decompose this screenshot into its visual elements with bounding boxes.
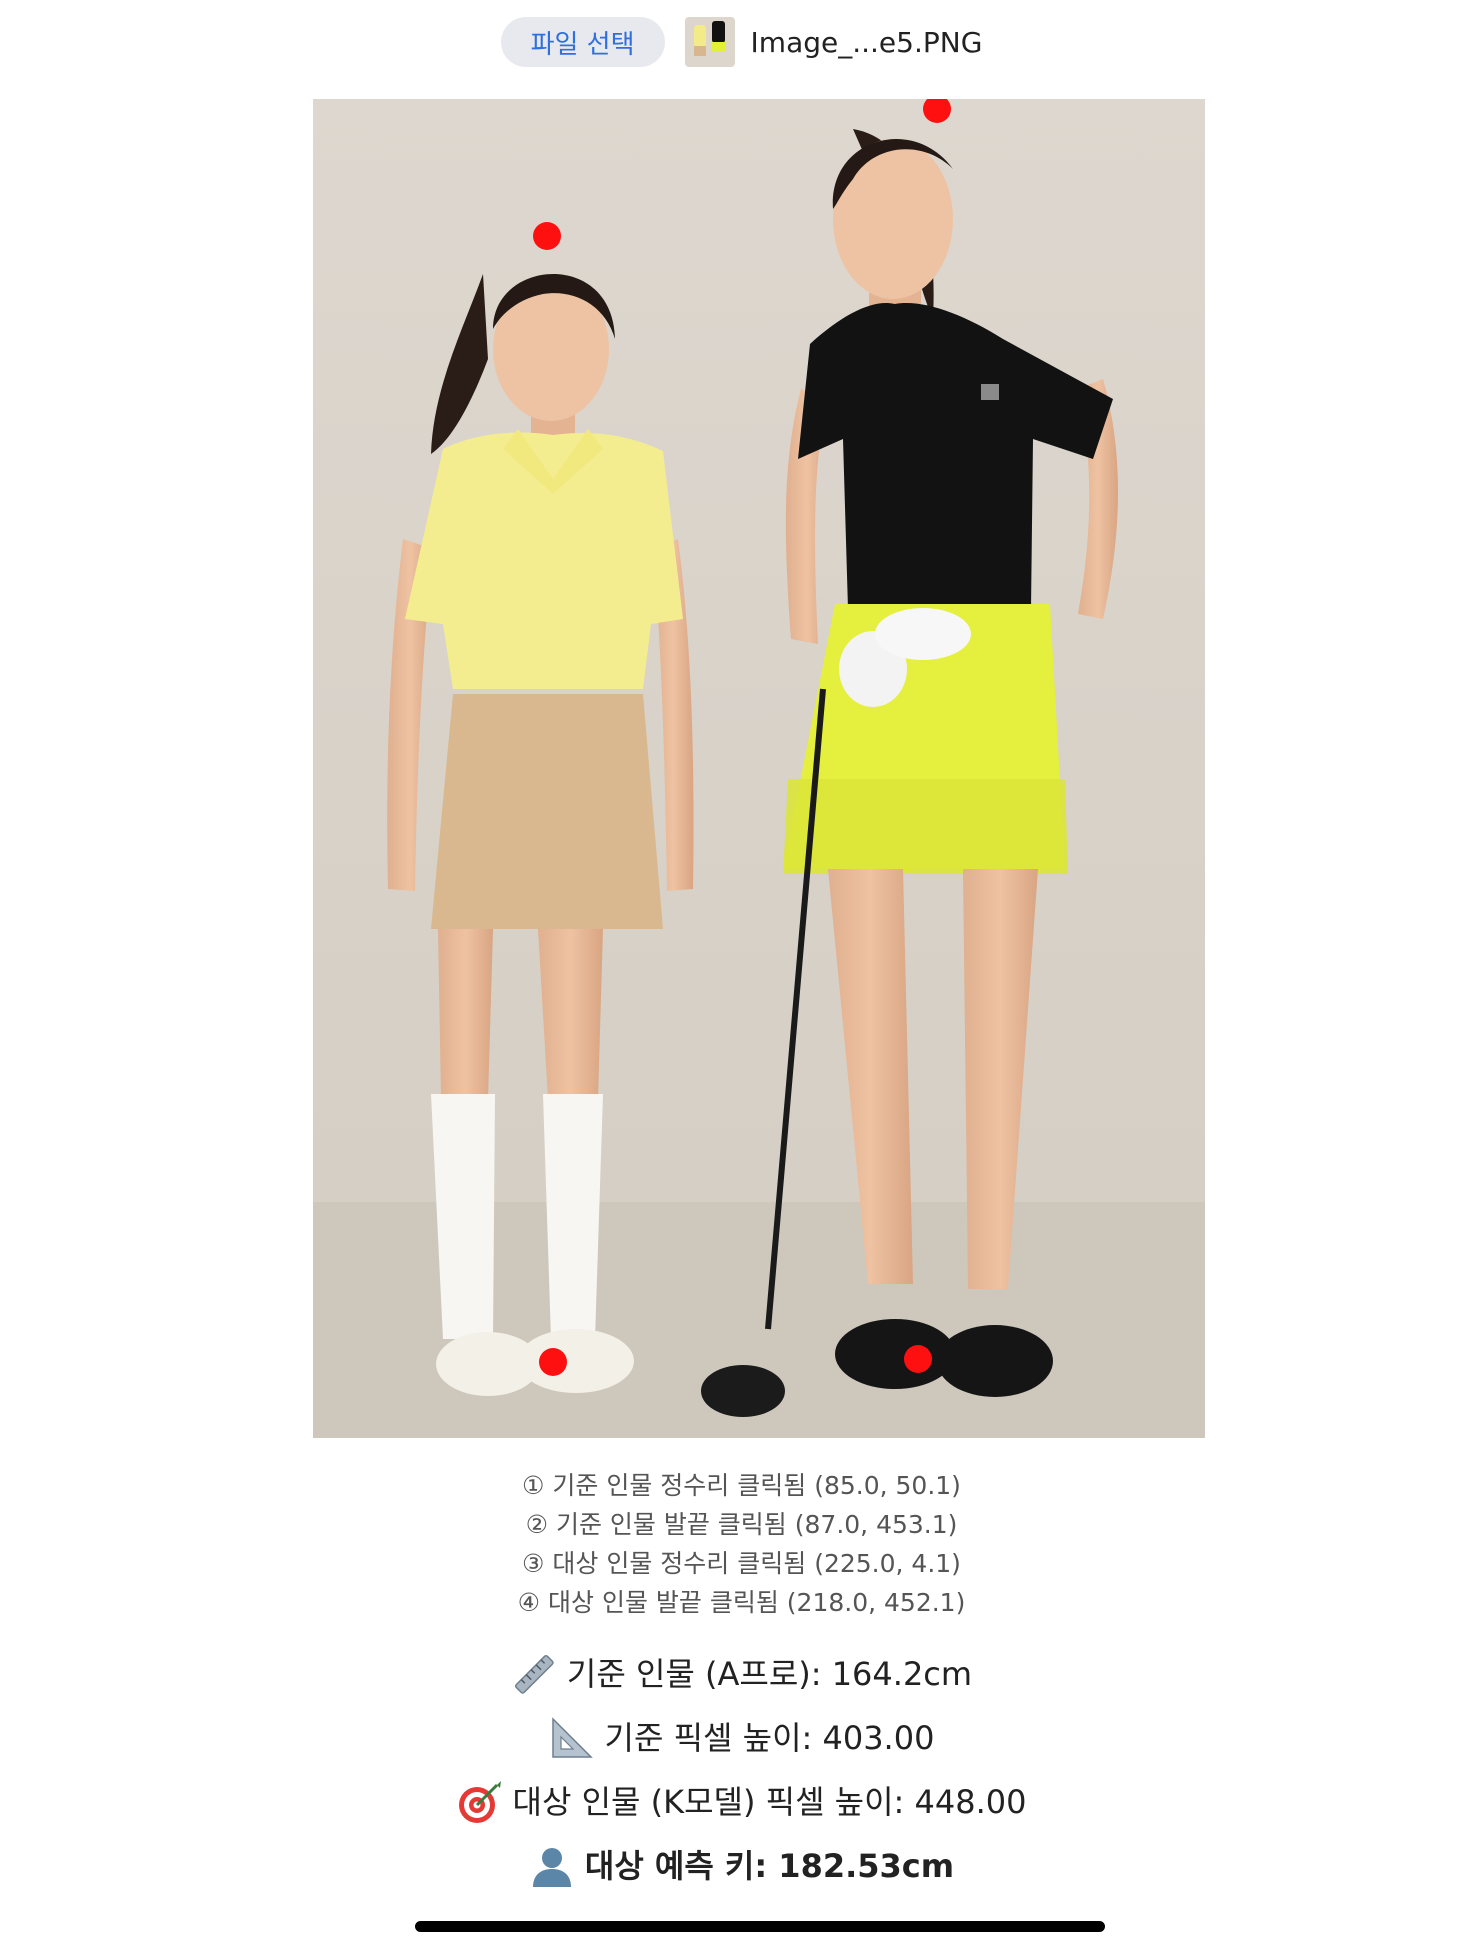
measurement-photo[interactable]	[313, 99, 1205, 1438]
reference-height-row: 기준 인물 (A프로): 164.2cm	[0, 1642, 1483, 1706]
predicted-height-row: 대상 예측 키: 182.53cm	[0, 1834, 1483, 1898]
ruler-icon	[511, 1651, 557, 1697]
file-thumbnail	[684, 17, 735, 67]
file-name: Image_...e5.PNG	[750, 25, 983, 59]
results-panel: 기준 인물 (A프로): 164.2cm 기준 픽셀 높이: 403.00 대상…	[0, 1642, 1483, 1898]
click-log-item: ② 기준 인물 발끝 클릭됨 (87.0, 453.1)	[525, 1510, 958, 1539]
reference-foot-marker[interactable]	[539, 1348, 567, 1376]
home-indicator	[415, 1921, 1105, 1932]
click-log-item: ① 기준 인물 정수리 클릭됨 (85.0, 50.1)	[522, 1471, 961, 1500]
triangle-ruler-icon	[549, 1715, 595, 1761]
reference-pixels-text: 기준 픽셀 높이: 403.00	[604, 1719, 935, 1757]
target-foot-marker[interactable]	[904, 1345, 932, 1373]
choose-file-button[interactable]: 파일 선택	[500, 17, 665, 67]
reference-head-marker[interactable]	[533, 222, 561, 250]
reference-pixels-row: 기준 픽셀 높이: 403.00	[0, 1706, 1483, 1770]
person-silhouette-icon	[529, 1843, 575, 1889]
reference-height-text: 기준 인물 (A프로): 164.2cm	[566, 1655, 973, 1693]
dart-target-icon	[457, 1779, 503, 1825]
predicted-height-text: 대상 예측 키: 182.53cm	[584, 1847, 955, 1885]
click-log-item: ③ 대상 인물 정수리 클릭됨 (225.0, 4.1)	[522, 1549, 961, 1578]
click-log: ① 기준 인물 정수리 클릭됨 (85.0, 50.1) ② 기준 인물 발끝 …	[0, 1466, 1483, 1622]
photo-illustration	[313, 99, 1205, 1438]
target-pixels-row: 대상 인물 (K모델) 픽셀 높이: 448.00	[0, 1770, 1483, 1834]
click-log-item: ④ 대상 인물 발끝 클릭됨 (218.0, 452.1)	[517, 1588, 966, 1617]
file-picker: 파일 선택 Image_...e5.PNG	[0, 14, 1483, 70]
target-pixels-text: 대상 인물 (K모델) 픽셀 높이: 448.00	[512, 1783, 1027, 1821]
